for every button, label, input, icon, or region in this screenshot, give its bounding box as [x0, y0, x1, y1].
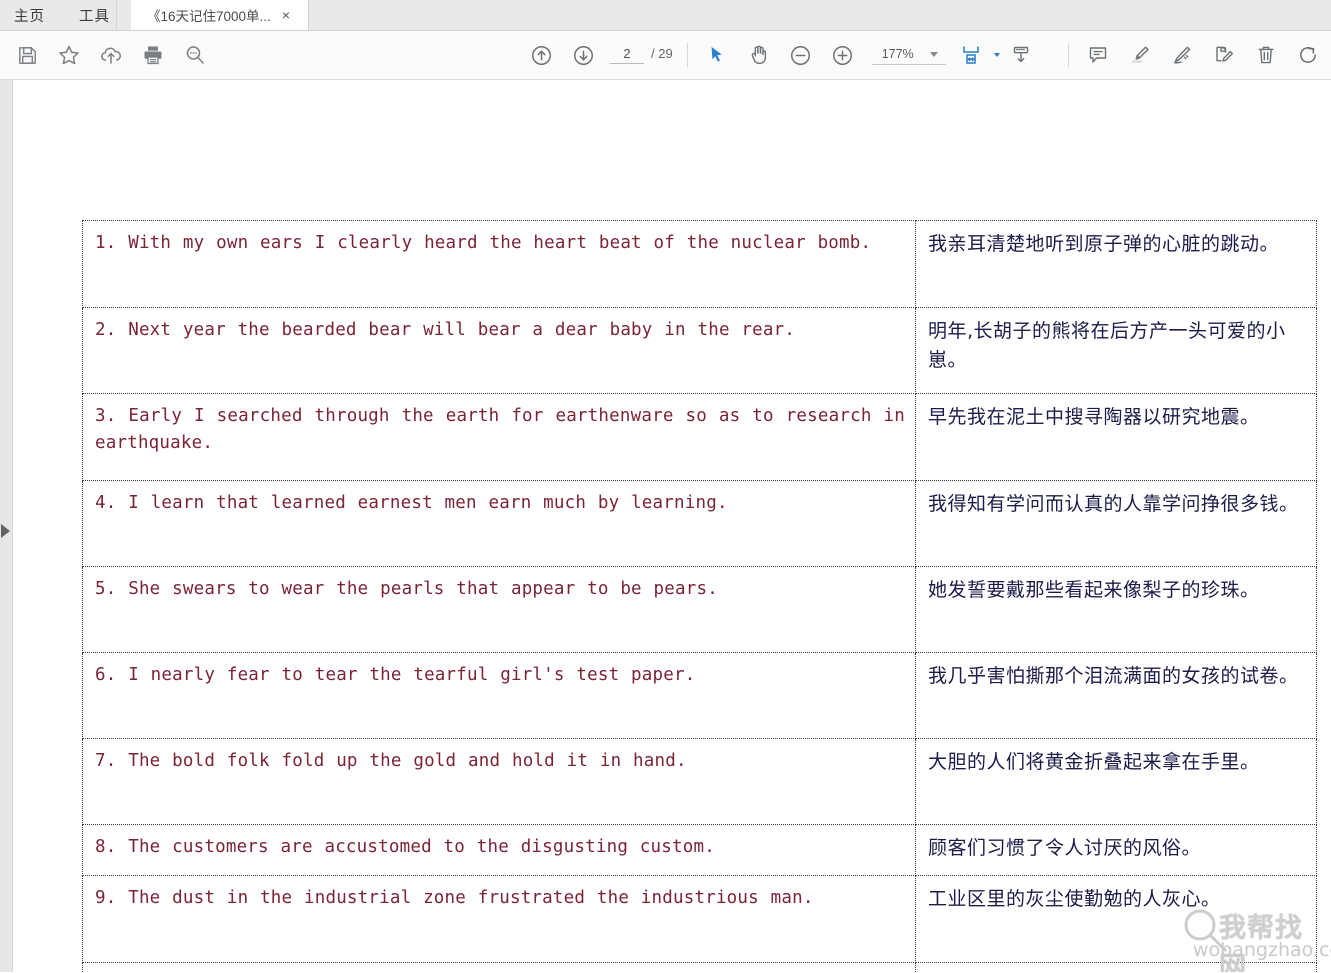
table-row: 6. I nearly fear to tear the tearful gir… [82, 652, 1317, 739]
print-icon[interactable] [132, 35, 174, 75]
document-tab-title: 《16天记住7000单... [147, 9, 271, 24]
sentence-english: 6. I nearly fear to tear the tearful gir… [82, 652, 916, 739]
sentence-chinese: 顾客们习惯了令人讨厌的风俗。 [915, 824, 1317, 876]
sentence-chinese: 我几乎害怕撕那个泪流满面的女孩的试卷。 [915, 652, 1317, 739]
trash-icon[interactable] [1245, 35, 1287, 75]
zoom-out-icon[interactable] [780, 35, 822, 75]
table-row: 2. Next year the bearded bear will bear … [82, 307, 1317, 394]
hand-tool-icon[interactable] [738, 35, 780, 75]
tab-spacer [117, 0, 131, 30]
sentence-english: 5. She swears to wear the pearls that ap… [82, 566, 916, 653]
sentence-chinese: 工业区里的灰尘使勤勉的人灰心。 [915, 874, 1317, 963]
table-row: 3. Early I searched through the earth fo… [82, 393, 1317, 481]
chevron-down-icon [929, 51, 938, 57]
table-row: 8. The customers are accustomed to the d… [82, 824, 1317, 876]
table-row: 7. The bold folk fold up the gold and ho… [82, 738, 1317, 825]
vocabulary-table: 1. With my own ears I clearly heard the … [82, 220, 1317, 972]
page-total-label: / 29 [651, 46, 673, 61]
star-icon[interactable] [48, 35, 90, 75]
sentence-chinese: 我得知有学问而认真的人靠学问挣很多钱。 [915, 480, 1317, 567]
toolbar-center-group: / 29 177% [520, 35, 1042, 75]
sentence-chinese: 明年‚长胡子的熊将在后方产一头可爱的小崽。 [915, 307, 1317, 394]
tab-bar: 主页 工具 《16天记住7000单... × [0, 0, 1331, 31]
comment-icon[interactable] [1077, 35, 1119, 75]
toolbar-divider-right [1068, 43, 1069, 67]
select-tool-icon[interactable] [696, 35, 738, 75]
sentence-english: 8. The customers are accustomed to the d… [82, 824, 916, 876]
tab-bar-empty-area [309, 0, 1331, 30]
table-row: 9. The dust in the industrial zone frust… [82, 874, 1317, 963]
page-number-input[interactable] [610, 46, 644, 64]
pdf-page: 1. With my own ears I clearly heard the … [14, 80, 1331, 972]
fit-width-icon[interactable] [950, 35, 992, 75]
save-icon[interactable] [6, 35, 48, 75]
toolbar: / 29 177% [0, 31, 1331, 80]
search-icon[interactable] [174, 35, 216, 75]
table-row: 5. She swears to wear the pearls that ap… [82, 566, 1317, 653]
previous-page-icon[interactable] [520, 35, 562, 75]
sentence-english: 7. The bold folk fold up the gold and ho… [82, 738, 916, 825]
sentence-english: 9. The dust in the industrial zone frust… [82, 874, 916, 963]
signature-icon[interactable] [1161, 35, 1203, 75]
page-navigation: / 29 [610, 46, 673, 64]
close-icon[interactable]: × [279, 7, 293, 23]
sentence-chinese: 大胆的人们将黄金折叠起来拿在手里。 [915, 738, 1317, 825]
zoom-level-value: 177% [881, 47, 914, 61]
sentence-english: 10. The just budget judge just justifies… [82, 961, 916, 972]
sidebar-expand-icon[interactable] [1, 524, 10, 538]
snapshot-icon[interactable] [1000, 35, 1042, 75]
menu-zone: 主页 工具 [0, 0, 117, 30]
menu-tools[interactable]: 工具 [79, 5, 110, 26]
toolbar-left-group [0, 35, 216, 75]
menu-home[interactable]: 主页 [14, 5, 45, 26]
document-tab[interactable]: 《16天记住7000单... × [131, 0, 309, 30]
table-row: 1. With my own ears I clearly heard the … [82, 220, 1317, 308]
table-row: 10. The just budget judge just justifies… [82, 961, 1317, 972]
sentence-english: 4. I learn that learned earnest men earn… [82, 480, 916, 567]
sentence-english: 1. With my own ears I clearly heard the … [82, 220, 916, 308]
vocabulary-table-body: 1. With my own ears I clearly heard the … [82, 220, 1317, 972]
toolbar-divider [686, 43, 688, 67]
cloud-upload-icon[interactable] [90, 35, 132, 75]
next-page-icon[interactable] [562, 35, 604, 75]
sentence-chinese: 她发誓要戴那些看起来像梨子的珍珠。 [915, 566, 1317, 653]
sentence-chinese: 早先我在泥土中搜寻陶器以研究地震。 [915, 393, 1317, 481]
document-viewer: 1. With my own ears I clearly heard the … [0, 80, 1331, 972]
table-row: 4. I learn that learned earnest men earn… [82, 480, 1317, 567]
sentence-chinese: 我亲耳清楚地听到原子弹的心脏的跳动。 [915, 220, 1317, 308]
zoom-in-icon[interactable] [822, 35, 864, 75]
rotate-icon[interactable] [1287, 35, 1329, 75]
toolbar-right-group [1060, 35, 1329, 75]
highlighter-icon[interactable] [1119, 35, 1161, 75]
sentence-chinese: 公正的预算法官只不过为司法调整辩护而已。 [915, 961, 1317, 972]
sentence-english: 3. Early I searched through the earth fo… [82, 393, 916, 481]
zoom-level-selector[interactable]: 177% [871, 45, 946, 65]
sentence-english: 2. Next year the bearded bear will bear … [82, 307, 916, 394]
stamp-edit-icon[interactable] [1203, 35, 1245, 75]
